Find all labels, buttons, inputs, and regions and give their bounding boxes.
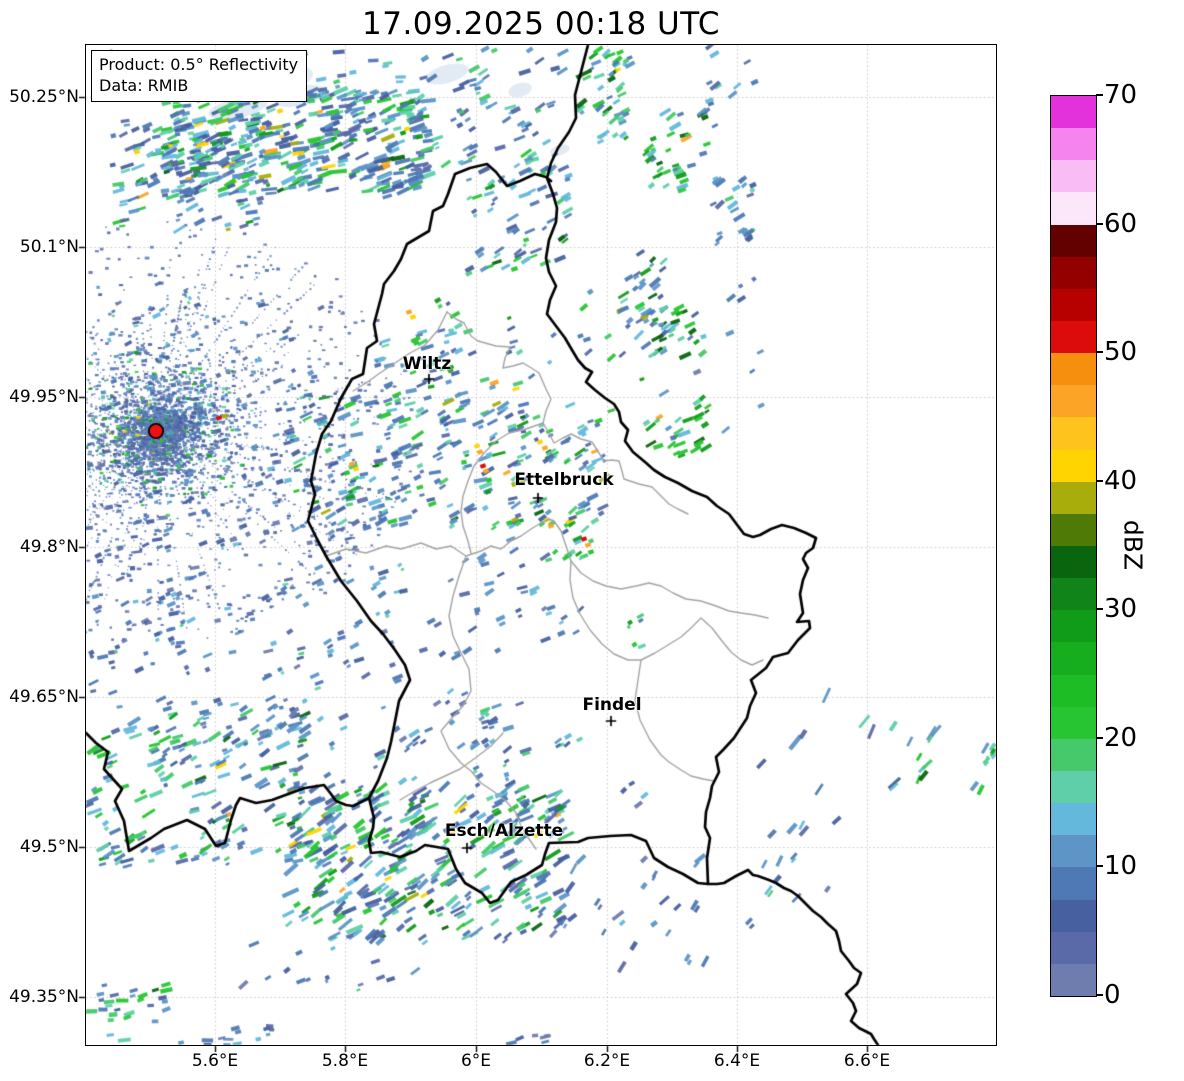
colorbar-segment	[1051, 771, 1096, 804]
colorbar-segment	[1051, 738, 1096, 772]
colorbar-segment	[1051, 803, 1096, 836]
colorbar-segment	[1051, 192, 1096, 225]
colorbar-tick-label: 50	[1104, 337, 1138, 368]
colorbar-tick-mark	[1096, 222, 1103, 225]
x-axis-tick-label: 5.6°E	[191, 1051, 239, 1071]
colorbar-tick-label: 40	[1104, 465, 1138, 496]
colorbar-segment	[1051, 288, 1096, 322]
y-axis-tick-label: 49.8°N	[19, 537, 79, 557]
colorbar-segment	[1051, 610, 1096, 643]
colorbar-segment	[1051, 674, 1096, 707]
product-info-line: Product: 0.5° Reflectivity	[99, 55, 299, 74]
colorbar-segment	[1051, 385, 1096, 418]
colorbar-tick-label: 0	[1104, 980, 1121, 1010]
x-axis-tick-label: 6.2°E	[583, 1051, 631, 1071]
colorbar-segment	[1051, 642, 1096, 675]
colorbar-segment	[1051, 546, 1096, 579]
radar-map-canvas	[0, 0, 1184, 1081]
colorbar-segment	[1051, 835, 1096, 868]
x-axis-tick-label: 6°E	[460, 1051, 492, 1071]
city-label: Findel	[582, 695, 642, 715]
y-axis-tick-label: 49.95°N	[9, 387, 79, 407]
colorbar-tick-mark	[1096, 865, 1103, 868]
colorbar-tick-label: 30	[1104, 594, 1138, 625]
data-source-line: Data: RMIB	[99, 76, 189, 95]
colorbar	[1050, 95, 1097, 997]
colorbar-segment	[1051, 128, 1096, 161]
colorbar-segment	[1051, 417, 1096, 450]
colorbar-segment	[1051, 963, 1096, 996]
colorbar-tick-label: 10	[1104, 851, 1138, 882]
colorbar-tick-mark	[1096, 479, 1103, 482]
colorbar-tick-mark	[1096, 608, 1103, 611]
colorbar-tick-mark	[1096, 94, 1103, 96]
colorbar-segment	[1051, 899, 1096, 932]
city-label: Esch/Alzette	[444, 821, 564, 841]
x-axis-tick-label: 5.8°E	[321, 1051, 369, 1071]
colorbar-segment	[1051, 353, 1096, 386]
colorbar-tick-mark	[1096, 994, 1103, 996]
y-axis-tick-label: 49.65°N	[9, 687, 79, 707]
y-axis-tick-label: 49.35°N	[9, 987, 79, 1007]
x-axis-tick-label: 6.4°E	[713, 1051, 761, 1071]
product-info-box: Product: 0.5° Reflectivity Data: RMIB	[91, 50, 308, 102]
colorbar-segment	[1051, 224, 1096, 257]
y-axis-tick-label: 49.5°N	[19, 837, 79, 857]
colorbar-tick-mark	[1096, 351, 1103, 354]
colorbar-segment	[1051, 96, 1096, 129]
y-axis-tick-label: 50.1°N	[19, 237, 79, 257]
colorbar-tick-label: 20	[1104, 722, 1138, 753]
colorbar-segment	[1051, 481, 1096, 514]
colorbar-segment	[1051, 578, 1096, 611]
city-label: Wiltz	[402, 354, 452, 374]
city-label: Ettelbruck	[514, 470, 614, 490]
colorbar-segment	[1051, 706, 1096, 739]
colorbar-segment	[1051, 931, 1096, 964]
x-axis-tick-label: 6.6°E	[843, 1051, 891, 1071]
colorbar-tick-mark	[1096, 736, 1103, 739]
colorbar-unit-label: dBZ	[1118, 519, 1148, 571]
weather-radar-figure: 17.09.2025 00:18 UTC Product: 0.5° Refle…	[0, 0, 1184, 1081]
colorbar-segment	[1051, 867, 1096, 900]
colorbar-segment	[1051, 513, 1096, 547]
colorbar-tick-label: 70	[1104, 80, 1138, 110]
colorbar-segment	[1051, 160, 1096, 193]
colorbar-segment	[1051, 321, 1096, 354]
colorbar-segment	[1051, 449, 1096, 482]
y-axis-tick-label: 50.25°N	[9, 87, 79, 107]
colorbar-tick-label: 60	[1104, 208, 1138, 239]
colorbar-segment	[1051, 256, 1096, 289]
